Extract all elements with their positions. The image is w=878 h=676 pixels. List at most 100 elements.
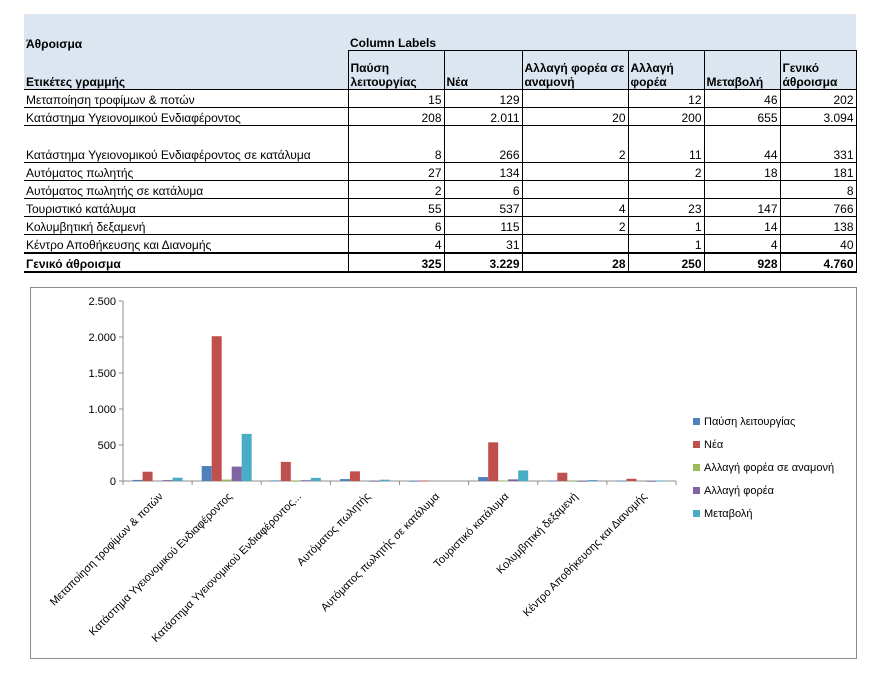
- table-cell: 181: [779, 162, 857, 181]
- bar-3: [221, 479, 232, 481]
- table-cell: 11: [627, 125, 704, 163]
- bar-1: [478, 477, 489, 481]
- row-label: Αυτόματος πωλητής σε κατάλυμα: [24, 180, 348, 199]
- table-cell: 129: [443, 89, 522, 108]
- table-cell: [521, 180, 628, 199]
- table-cell: [703, 180, 780, 199]
- table-cell: 766: [779, 198, 857, 217]
- bar-1: [270, 480, 281, 482]
- column-labels-caption: Column Labels: [350, 36, 437, 50]
- y-tick-label: 2.000: [88, 332, 116, 344]
- table-cell: 928: [703, 252, 780, 273]
- bar-2: [349, 471, 360, 481]
- table-cell: 28: [521, 252, 628, 273]
- bar-2: [419, 480, 430, 482]
- bar-3: [290, 480, 301, 482]
- category-label: Μεταποίηση τροφίμων & ποτών: [48, 490, 166, 608]
- table-row: Αυτόματος πωλητής 27 134 2 18 181: [24, 162, 857, 181]
- row-label: Κατάστημα Υγειονομικού Ενδιαφέροντος σε …: [24, 125, 348, 163]
- legend-swatch: [693, 418, 700, 425]
- column-header: Παύση λειτουργίας: [347, 50, 444, 90]
- table-cell: 1: [627, 216, 704, 235]
- bar-1: [409, 480, 420, 482]
- table-cell: 4.760: [779, 252, 857, 273]
- bar-2: [280, 461, 291, 481]
- table-cell: 537: [443, 198, 522, 217]
- bar-2: [557, 472, 568, 481]
- pivot-header-row: Ετικέτες γραμμής Παύση λειτουργίας Νέα Α…: [24, 50, 857, 90]
- bar-4: [646, 480, 657, 482]
- table-cell: 134: [443, 162, 522, 181]
- legend-swatch: [693, 441, 700, 448]
- table-cell: 4: [347, 234, 444, 254]
- row-label: Κατάστημα Υγειονομικού Ενδιαφέροντος: [24, 107, 348, 126]
- table-cell: 2: [347, 180, 444, 199]
- table-row: Τουριστικό κατάλυμα 55 537 4 23 147 766: [24, 198, 857, 217]
- table-cell: 14: [703, 216, 780, 235]
- table-cell: 115: [443, 216, 522, 235]
- bar-4: [508, 479, 519, 481]
- row-label: Κολυμβητική δεξαμενή: [24, 216, 348, 235]
- table-cell: 23: [627, 198, 704, 217]
- row-label: Κέντρο Αποθήκευσης και Διανομής: [24, 234, 348, 254]
- table-cell: 325: [347, 252, 444, 273]
- table-row: Αυτόματος πωλητής σε κατάλυμα 2 6 8: [24, 180, 857, 199]
- row-label: Γενικό άθροισμα: [24, 252, 348, 273]
- table-cell: 2: [521, 216, 628, 235]
- table-row: Κατάστημα Υγειονομικού Ενδιαφέροντος σε …: [24, 125, 857, 163]
- bar-5: [172, 477, 183, 481]
- bar-4: [577, 480, 588, 482]
- table-cell: 18: [703, 162, 780, 181]
- bar-2: [488, 442, 499, 481]
- table-row: Μεταποίηση τροφίμων & ποτών 15 129 12 46 202: [24, 89, 857, 108]
- table-cell: [627, 180, 704, 199]
- pivot-table: Άθροισμα Column Labels Ετικέτες γραμμής …: [24, 35, 857, 273]
- row-labels-header: Ετικέτες γραμμής: [24, 50, 348, 90]
- table-cell: 202: [779, 89, 857, 108]
- bar-1: [201, 466, 212, 481]
- table-cell: 138: [779, 216, 857, 235]
- row-label: Μεταποίηση τροφίμων & ποτών: [24, 89, 348, 108]
- row-label: Τουριστικό κατάλυμα: [24, 198, 348, 217]
- table-cell: [521, 89, 628, 108]
- table-cell: 2: [627, 162, 704, 181]
- table-cell: 8: [779, 180, 857, 199]
- category-label: Κέντρο Αποθήκευσης και Διανομής: [521, 491, 650, 620]
- pivot-caption-row: Άθροισμα Column Labels: [24, 35, 856, 51]
- bar-1: [339, 479, 350, 481]
- category-label: Τουριστικό κατάλυμα: [432, 490, 512, 570]
- table-cell: 8: [347, 125, 444, 163]
- table-cell: 40: [779, 234, 857, 254]
- table-cell: 1: [627, 234, 704, 254]
- column-header: Νέα: [443, 50, 522, 90]
- table-cell: 2: [521, 125, 628, 163]
- legend-label: Αλλαγή φορέα: [704, 485, 775, 497]
- bar-5: [379, 479, 390, 481]
- bar-4: [231, 466, 242, 481]
- bar-4: [369, 480, 380, 482]
- table-cell: 20: [521, 107, 628, 126]
- table-row: Κολυμβητική δεξαμενή 6 115 2 1 14 138: [24, 216, 857, 235]
- column-header: Αλλαγή φορέα: [627, 50, 704, 90]
- table-cell: 2.011: [443, 107, 522, 126]
- table-cell: 4: [521, 198, 628, 217]
- pivot-body: Μεταποίηση τροφίμων & ποτών 15 129 12 46 202 Κ…: [24, 89, 857, 273]
- values-label: Άθροισμα: [26, 36, 83, 51]
- table-cell: 15: [347, 89, 444, 108]
- bar-5: [656, 480, 667, 482]
- y-tick-label: 0: [110, 476, 116, 488]
- table-cell: [521, 234, 628, 254]
- table-cell: 147: [703, 198, 780, 217]
- bar-2: [626, 478, 637, 481]
- chart-svg: 0 500 1.000 1.500 2.000 2.500 Μεταποίηση τροφί…: [48, 296, 834, 645]
- legend-swatch: [693, 510, 700, 517]
- bar-5: [587, 479, 598, 481]
- table-cell: 44: [703, 125, 780, 163]
- table-cell: 31: [443, 234, 522, 254]
- table-cell: 3.094: [779, 107, 857, 126]
- table-row: Κέντρο Αποθήκευσης και Διανομής 4 31 1 4 40: [24, 234, 857, 254]
- category-label: Αυτόματος πωλητής σε κατάλυμα: [319, 490, 443, 614]
- y-tick-label: 1.500: [88, 368, 116, 380]
- category-label: Κατάστημα Υγειονομικού Ενδιαφέροντος...: [150, 491, 304, 645]
- bar-5: [518, 470, 529, 481]
